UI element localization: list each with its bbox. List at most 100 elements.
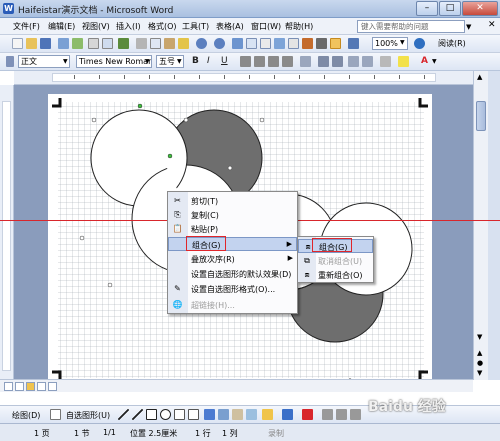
menu-table[interactable]: 表格(A) [216,21,244,32]
draw-menu[interactable]: 绘图(D) [12,410,40,421]
vertical-scrollbar[interactable]: ▲ ▼ ▲ ● ▼ [473,71,488,380]
outline-view-button[interactable] [37,382,46,391]
dash-style-icon[interactable] [336,409,347,420]
align-center-icon[interactable] [254,56,265,67]
clipart-icon[interactable] [232,409,243,420]
underline-button[interactable]: U [221,56,228,66]
web-layout-button[interactable] [15,382,24,391]
wordart-icon[interactable] [204,409,215,420]
chevron-down-icon[interactable]: ▼ [63,58,68,65]
reading-mode-button[interactable]: 阅读(R) [438,38,466,49]
chevron-down-icon[interactable]: ▼ [177,58,182,65]
context-menu-copy[interactable]: ⎘ 复制(C) [168,208,297,222]
next-page-icon[interactable]: ▼ [477,369,482,377]
paste-icon[interactable] [164,38,175,49]
redo-icon[interactable] [214,38,225,49]
menu-view[interactable]: 视图(V) [82,21,110,32]
numbering-icon[interactable] [318,56,329,67]
grid-icon[interactable] [348,38,359,49]
previous-page-icon[interactable]: ▲ [477,349,482,357]
tables-borders-icon[interactable] [246,38,257,49]
maximize-button[interactable]: □ [439,1,461,16]
help-search-input[interactable]: 键入需要帮助的问题 [357,20,465,33]
permission-icon[interactable] [58,38,69,49]
line-style-icon[interactable] [322,409,333,420]
highlight-icon[interactable] [398,56,409,67]
context-menu-cut[interactable]: ✂ 剪切(T) [168,194,297,208]
print-icon[interactable] [88,38,99,49]
arrow-style-icon[interactable] [350,409,361,420]
horizontal-ruler[interactable] [14,71,484,85]
menu-tools[interactable]: 工具(T) [182,21,209,32]
autoshapes-menu[interactable]: 自选图形(U) [66,410,110,421]
diagram-icon[interactable] [218,409,229,420]
menu-window[interactable]: 窗口(W) [251,21,281,32]
format-painter-icon[interactable] [178,38,189,49]
vertical-textbox-icon[interactable] [188,409,199,420]
print-layout-button[interactable] [26,382,35,391]
scroll-up-icon[interactable]: ▲ [477,73,482,81]
menu-file[interactable]: 文件(F) [13,21,40,32]
align-right-icon[interactable] [268,56,279,67]
menu-edit[interactable]: 编辑(E) [48,21,75,32]
email-icon[interactable] [72,38,83,49]
fill-color-icon[interactable] [262,409,273,420]
drawing-icon[interactable] [302,38,313,49]
line-spacing-icon[interactable] [300,56,311,67]
submenu-regroup[interactable]: ⧈ 重新组合(O) [298,268,373,282]
textbox-icon[interactable] [174,409,185,420]
minimize-button[interactable]: – [416,1,438,16]
spelling-icon[interactable] [118,38,129,49]
bullets-icon[interactable] [332,56,343,67]
help-icon[interactable] [414,38,425,49]
scroll-thumb[interactable] [476,101,486,131]
context-menu-paste[interactable]: 📋 粘贴(P) [168,222,297,236]
menu-format[interactable]: 格式(O) [148,21,177,32]
normal-view-button[interactable] [4,382,13,391]
show-hide-icon[interactable] [330,38,341,49]
bold-button[interactable]: B [192,56,199,66]
chevron-down-icon[interactable]: ▼ [145,58,150,65]
arrow-icon[interactable] [132,409,143,420]
line-color-icon[interactable] [282,409,293,420]
font-color-button[interactable]: A [421,56,428,66]
horizontal-scrollbar[interactable] [0,379,473,392]
line-icon[interactable] [118,409,129,420]
menu-help[interactable]: 帮助(H) [285,21,313,32]
reading-layout-button[interactable] [48,382,57,391]
help-dropdown-icon[interactable]: ▼ [466,23,471,31]
picture-icon[interactable] [246,409,257,420]
font-color-icon[interactable] [302,409,313,420]
open-folder-icon[interactable] [26,38,37,49]
context-menu-default-effect[interactable]: 设置自选图形的默认效果(D) [168,267,297,281]
align-left-icon[interactable] [240,56,251,67]
new-document-icon[interactable] [12,38,23,49]
vertical-ruler[interactable] [0,85,14,379]
select-objects-icon[interactable] [50,409,61,420]
cut-icon[interactable] [136,38,147,49]
justify-icon[interactable] [282,56,293,67]
oval-icon[interactable] [160,409,171,420]
context-menu-order[interactable]: 叠放次序(R) ▶ [168,252,297,266]
undo-icon[interactable] [196,38,207,49]
status-record[interactable]: 录制 [268,428,284,439]
select-browse-object-icon[interactable]: ● [477,359,483,367]
scroll-down-icon[interactable]: ▼ [477,333,482,341]
rectangle-icon[interactable] [146,409,157,420]
chevron-down-icon[interactable]: ▼ [432,58,437,65]
context-menu-format-shape[interactable]: ✎ 设置自选图形格式(O)... [168,282,297,296]
copy-icon[interactable] [150,38,161,49]
insert-excel-icon[interactable] [274,38,285,49]
hyperlink-icon[interactable] [232,38,243,49]
document-map-icon[interactable] [316,38,327,49]
insert-table-icon[interactable] [260,38,271,49]
columns-icon[interactable] [288,38,299,49]
chevron-down-icon[interactable]: ▼ [400,39,405,46]
print-preview-icon[interactable] [102,38,113,49]
font-select[interactable]: Times New Roman [76,55,152,68]
styles-pane-icon[interactable] [6,56,14,67]
border-icon[interactable] [380,56,391,67]
save-icon[interactable] [40,38,51,49]
word-app-icon[interactable]: W [3,3,14,14]
increase-indent-icon[interactable] [362,56,373,67]
